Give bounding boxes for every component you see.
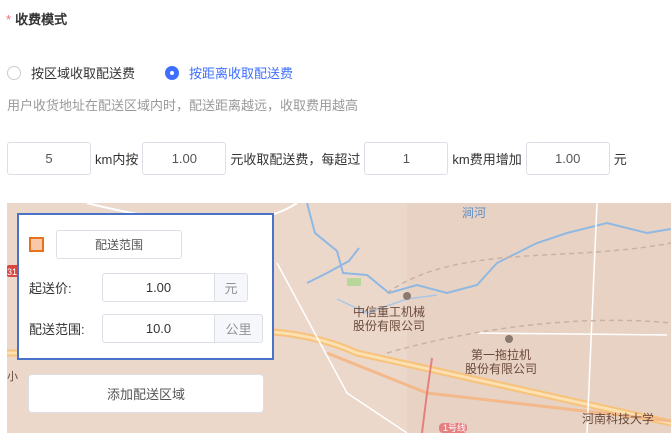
fee-mode-title-text: 收费模式: [15, 12, 68, 27]
text-km-within: km内按: [95, 152, 139, 167]
delivery-area-panel: 配送范围 起送价: 1.00 元 配送范围: 10.0 公里: [17, 213, 274, 360]
radio-by-area-label[interactable]: 按区域收取配送费: [31, 63, 135, 82]
step-km-input[interactable]: [364, 142, 449, 175]
fee-mode-radio-group: 按区域收取配送费 按距离收取配送费: [7, 63, 293, 82]
radio-by-area-circle[interactable]: [7, 65, 21, 80]
map-label-red-badge: 31: [7, 267, 18, 277]
text-fee-every: 元收取配送费，每超过: [230, 152, 361, 167]
radio-by-distance-label[interactable]: 按距离收取配送费: [189, 63, 293, 82]
map-label-line: 1号线: [443, 423, 467, 433]
text-yuan: 元: [613, 152, 627, 167]
area-header: 配送范围: [29, 230, 182, 259]
radio-by-area[interactable]: 按区域收取配送费: [7, 63, 135, 82]
delivery-range-label: 配送范围:: [29, 322, 85, 337]
text-km-increase: km费用增加: [452, 152, 522, 167]
min-price-input-group: 1.00 元: [102, 273, 248, 302]
fee-mode-title: * 收费模式: [6, 9, 67, 28]
map-label-left-edge: 小: [7, 371, 18, 383]
area-color-swatch[interactable]: [29, 237, 44, 252]
min-price-row: 起送价: 1.00 元: [29, 273, 248, 302]
delivery-range-row: 配送范围: 10.0 公里: [29, 314, 263, 343]
map-label-river: 涧河: [462, 206, 487, 220]
distance-fee-rule: km内按 元收取配送费，每超过 km费用增加 元: [7, 142, 631, 175]
min-price-label: 起送价:: [29, 281, 72, 296]
delivery-range-input[interactable]: 10.0: [102, 314, 214, 343]
required-mark: *: [6, 12, 12, 27]
map-label-university: 河南科技大学: [582, 412, 655, 426]
map-label-company1: 中信重工机械 股份有限公司: [353, 305, 426, 333]
base-fee-input[interactable]: [142, 142, 227, 175]
min-price-input[interactable]: 1.00: [102, 273, 214, 302]
add-fee-input[interactable]: [525, 142, 610, 175]
delivery-range-unit: 公里: [214, 314, 263, 343]
delivery-range-input-group: 10.0 公里: [102, 314, 263, 343]
fee-mode-hint: 用户收货地址在配送区域内时，配送距离越远，收取费用越高: [7, 98, 359, 113]
delivery-map[interactable]: 涧河 中信重工机械 股份有限公司 第一拖拉机 股份有限公司 河南科技大学 小 1…: [7, 203, 671, 433]
map-label-company2: 第一拖拉机 股份有限公司: [465, 348, 538, 376]
min-price-unit: 元: [214, 273, 248, 302]
radio-by-distance[interactable]: 按距离收取配送费: [165, 63, 293, 82]
add-delivery-area-button[interactable]: 添加配送区域: [28, 374, 264, 413]
area-name-field[interactable]: 配送范围: [56, 230, 182, 259]
base-km-input[interactable]: [7, 142, 91, 175]
radio-by-distance-circle[interactable]: [165, 65, 180, 80]
